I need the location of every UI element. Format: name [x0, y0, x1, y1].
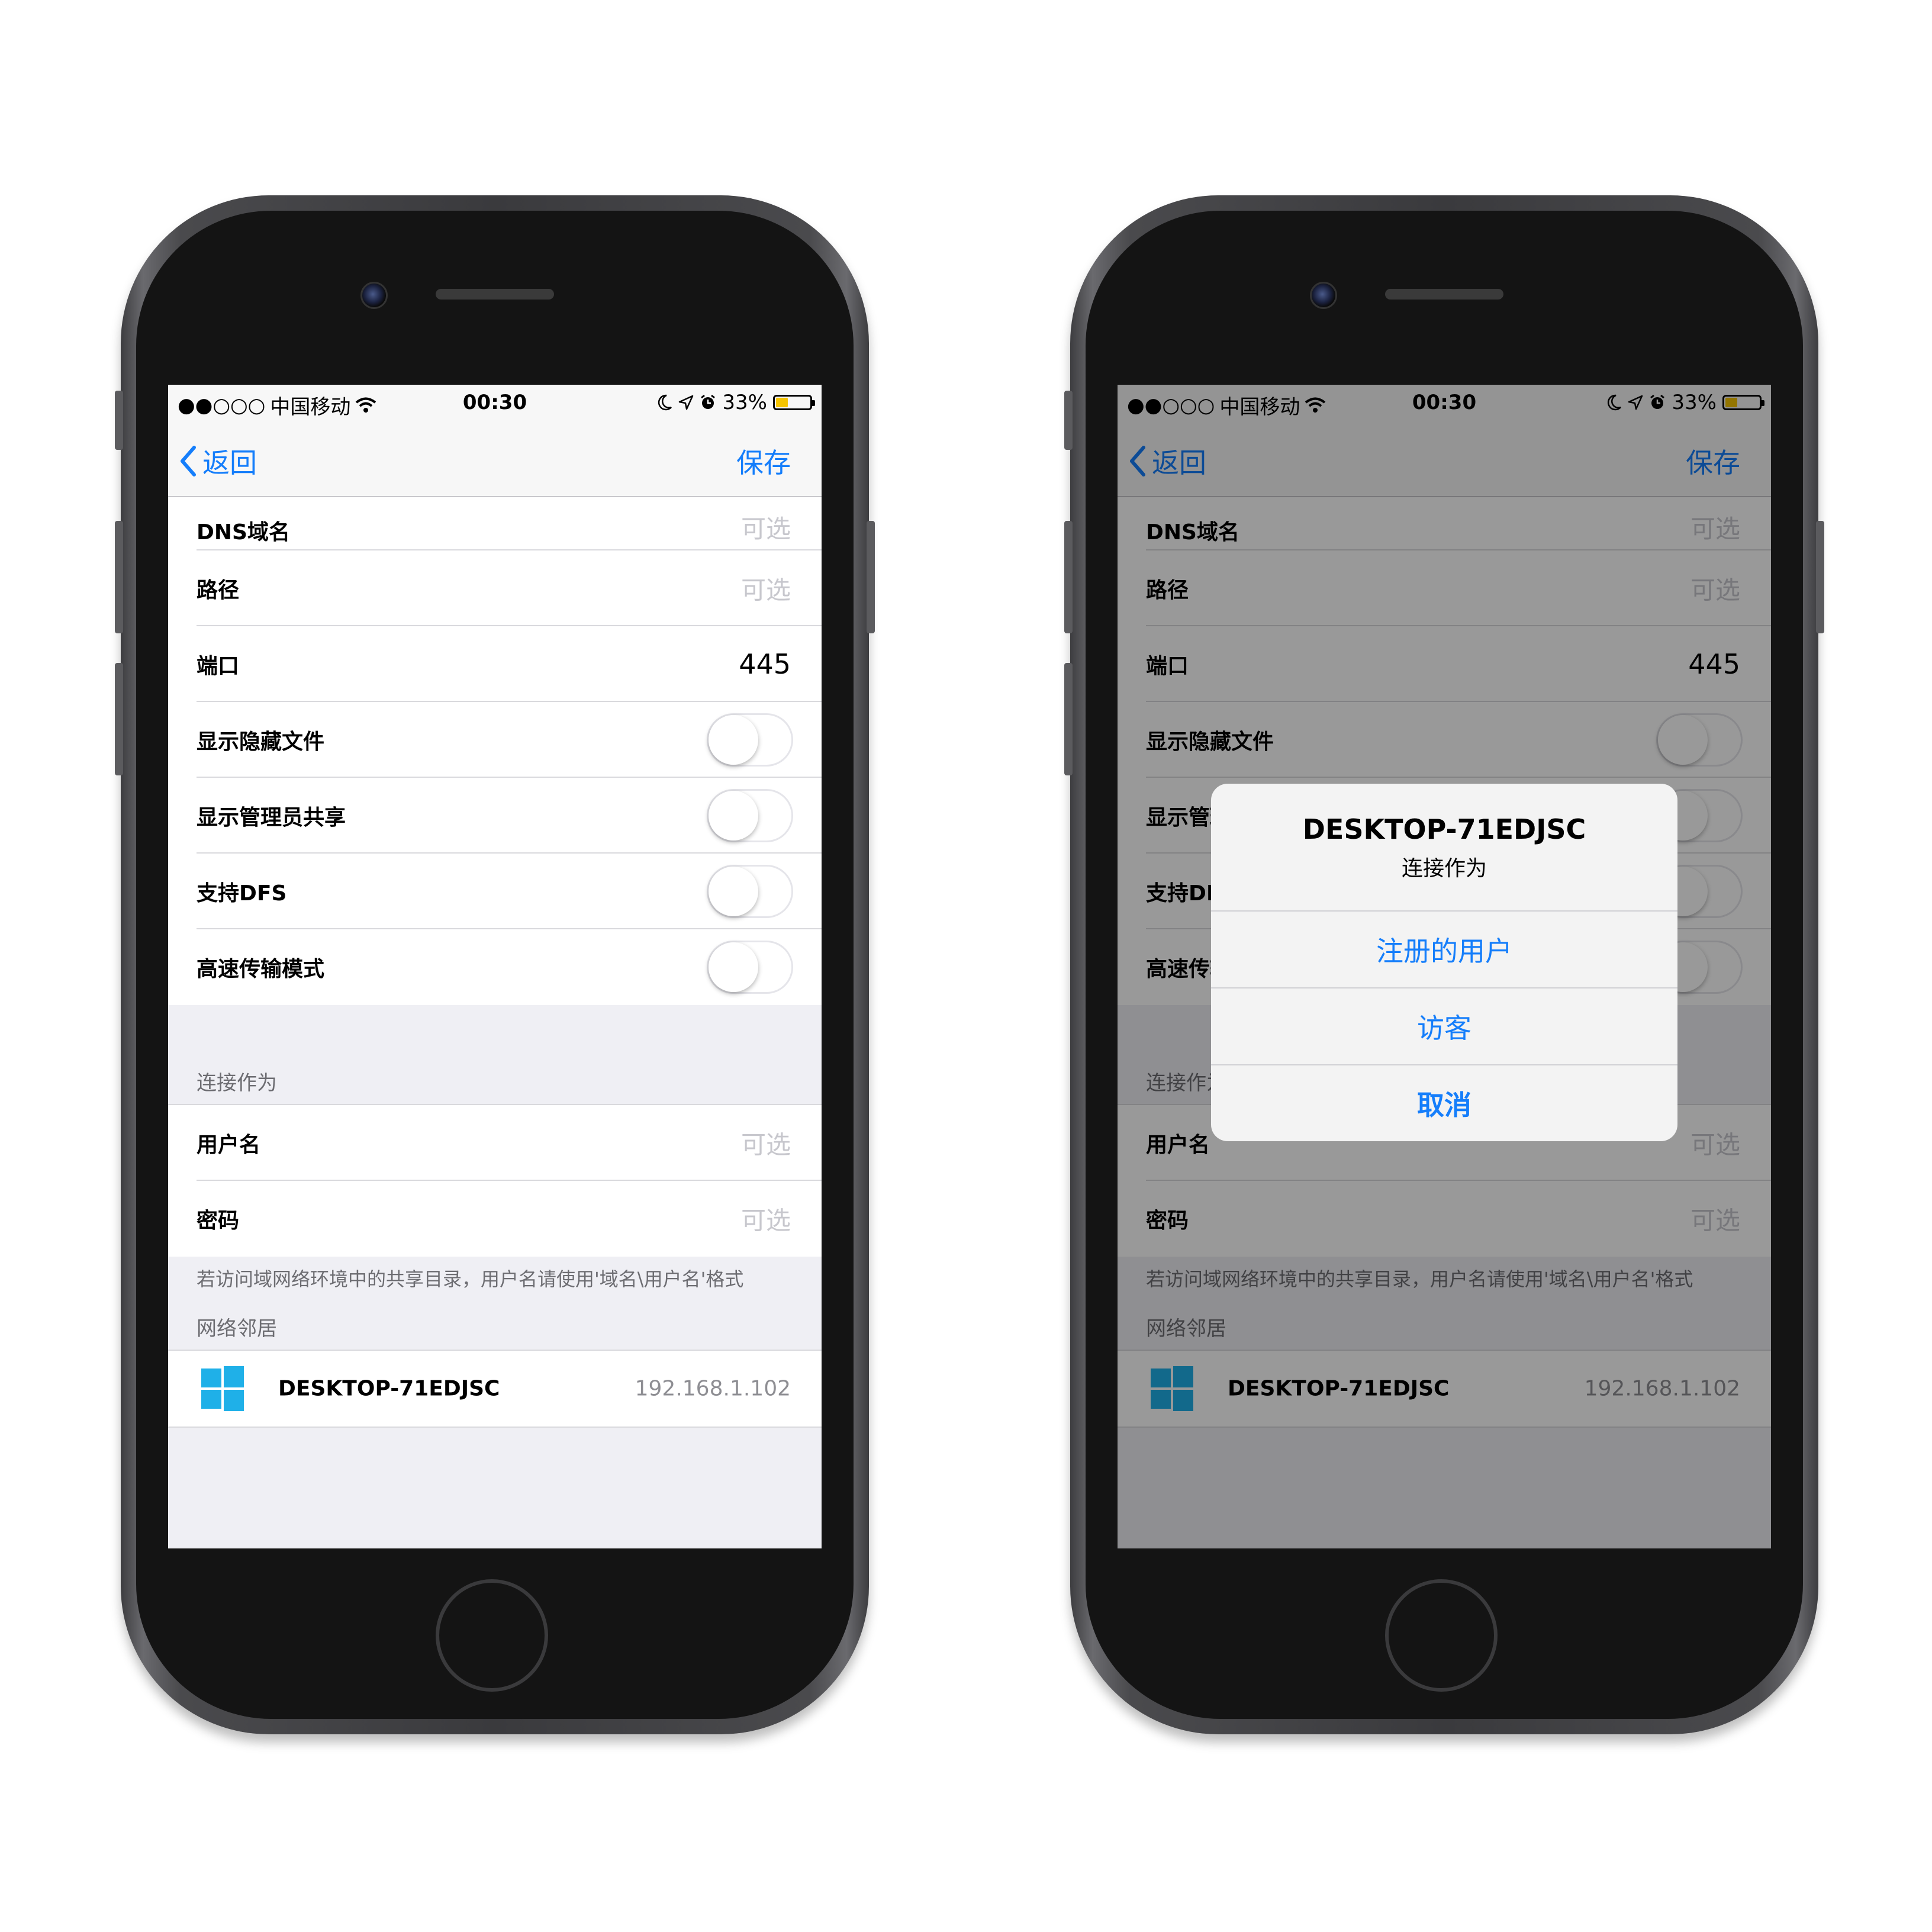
username-row[interactable]: 用户名 可选 [168, 1105, 822, 1181]
row-label: 高速传输模式 [197, 957, 325, 981]
row-label: DNS域名 [197, 520, 290, 545]
row-label: 显示管理员共享 [197, 806, 346, 830]
row-label: 支持DFS [197, 881, 287, 906]
battery-icon [773, 395, 815, 410]
chevron-left-icon [181, 446, 196, 476]
screen: ●●○○○ 中国移动 00:30 33% 返回 保存 DNS域名 可选 路径 可… [1118, 385, 1771, 1548]
windows-logo-icon [201, 1366, 246, 1411]
do-not-disturb-moon-icon [658, 394, 672, 411]
battery-percent: 33% [722, 391, 767, 414]
volume-down-button [1064, 663, 1073, 775]
support-dfs-toggle[interactable] [707, 865, 793, 918]
earpiece-speaker [1385, 289, 1503, 300]
port-field[interactable]: 445 [739, 648, 791, 680]
home-button[interactable] [436, 1579, 548, 1692]
battery-fill [776, 398, 788, 407]
port-row[interactable]: 端口 445 [168, 626, 822, 702]
guest-button[interactable]: 访客 [1211, 987, 1677, 1064]
dns-domain-row[interactable]: DNS域名 可选 [168, 497, 822, 550]
row-label: 路径 [197, 578, 240, 603]
domain-hint-text: 若访问域网络环境中的共享目录，用户名请使用'域名\用户名'格式 [197, 1268, 744, 1290]
neighbor-name: DESKTOP-71EDJSC [278, 1376, 500, 1401]
volume-up-button [1064, 521, 1073, 633]
home-button[interactable] [1385, 1579, 1498, 1692]
path-row[interactable]: 路径 可选 [168, 550, 822, 626]
password-field[interactable]: 可选 [741, 1201, 791, 1237]
credentials-group: 用户名 可选 密码 可选 [168, 1104, 822, 1257]
save-button[interactable]: 保存 [736, 442, 791, 481]
power-button [867, 521, 875, 633]
front-camera [1310, 282, 1337, 309]
back-button[interactable]: 返回 [179, 442, 257, 481]
phone-right: ●●○○○ 中国移动 00:30 33% 返回 保存 DNS域名 可选 路径 可… [1064, 195, 1824, 1734]
navigation-bar: 返回 保存 [168, 421, 822, 497]
row-label: 显示隐藏文件 [197, 730, 325, 754]
registered-user-button[interactable]: 注册的用户 [1211, 910, 1677, 987]
connect-as-header: 连接作为 [197, 1071, 277, 1095]
high-speed-mode-toggle[interactable] [707, 941, 793, 994]
row-label: 密码 [197, 1209, 240, 1233]
neighbor-ip: 192.168.1.102 [635, 1376, 791, 1401]
power-button [1816, 521, 1824, 633]
row-label: 用户名 [197, 1133, 261, 1157]
alert-title: DESKTOP-71EDJSC [1302, 813, 1586, 845]
alarm-clock-icon [701, 394, 716, 409]
path-field[interactable]: 可选 [741, 571, 791, 607]
show-hidden-files-row: 显示隐藏文件 [168, 702, 822, 778]
mute-switch [115, 391, 123, 450]
connect-as-alert: DESKTOP-71EDJSC 连接作为 注册的用户 访客 取消 [1211, 784, 1677, 1141]
network-neighbors-header: 网络邻居 [197, 1317, 277, 1341]
dns-domain-field[interactable]: 可选 [741, 509, 791, 545]
volume-down-button [115, 663, 123, 775]
earpiece-speaker [436, 289, 554, 300]
back-button-label: 返回 [202, 447, 257, 479]
screen: ●●○○○ 中国移动 00:30 33% 返回 保存 DNS域名 可选 路径 可… [168, 385, 822, 1548]
status-bar: ●●○○○ 中国移动 00:30 33% [168, 385, 822, 421]
settings-content: DNS域名 可选 路径 可选 端口 445 显示隐藏文件 显示管理员共享 [168, 497, 822, 1428]
volume-up-button [115, 521, 123, 633]
password-row[interactable]: 密码 可选 [168, 1181, 822, 1257]
show-admin-shares-toggle[interactable] [707, 789, 793, 842]
location-arrow-icon [679, 395, 694, 410]
mute-switch [1064, 391, 1073, 450]
cancel-button[interactable]: 取消 [1211, 1064, 1677, 1141]
show-admin-shares-row: 显示管理员共享 [168, 778, 822, 854]
username-field[interactable]: 可选 [741, 1125, 791, 1161]
high-speed-mode-row: 高速传输模式 [168, 929, 822, 1005]
alert-message: 连接作为 [1401, 856, 1487, 881]
phone-left: ●●○○○ 中国移动 00:30 33% 返回 保存 DNS域名 可选 路径 可… [115, 195, 875, 1734]
show-hidden-files-toggle[interactable] [707, 713, 793, 767]
network-neighbor-item[interactable]: DESKTOP-71EDJSC 192.168.1.102 [168, 1350, 822, 1428]
row-label: 端口 [197, 654, 240, 678]
front-camera [360, 282, 388, 309]
server-settings-group: DNS域名 可选 路径 可选 端口 445 显示隐藏文件 显示管理员共享 [168, 497, 822, 1005]
support-dfs-row: 支持DFS [168, 854, 822, 929]
